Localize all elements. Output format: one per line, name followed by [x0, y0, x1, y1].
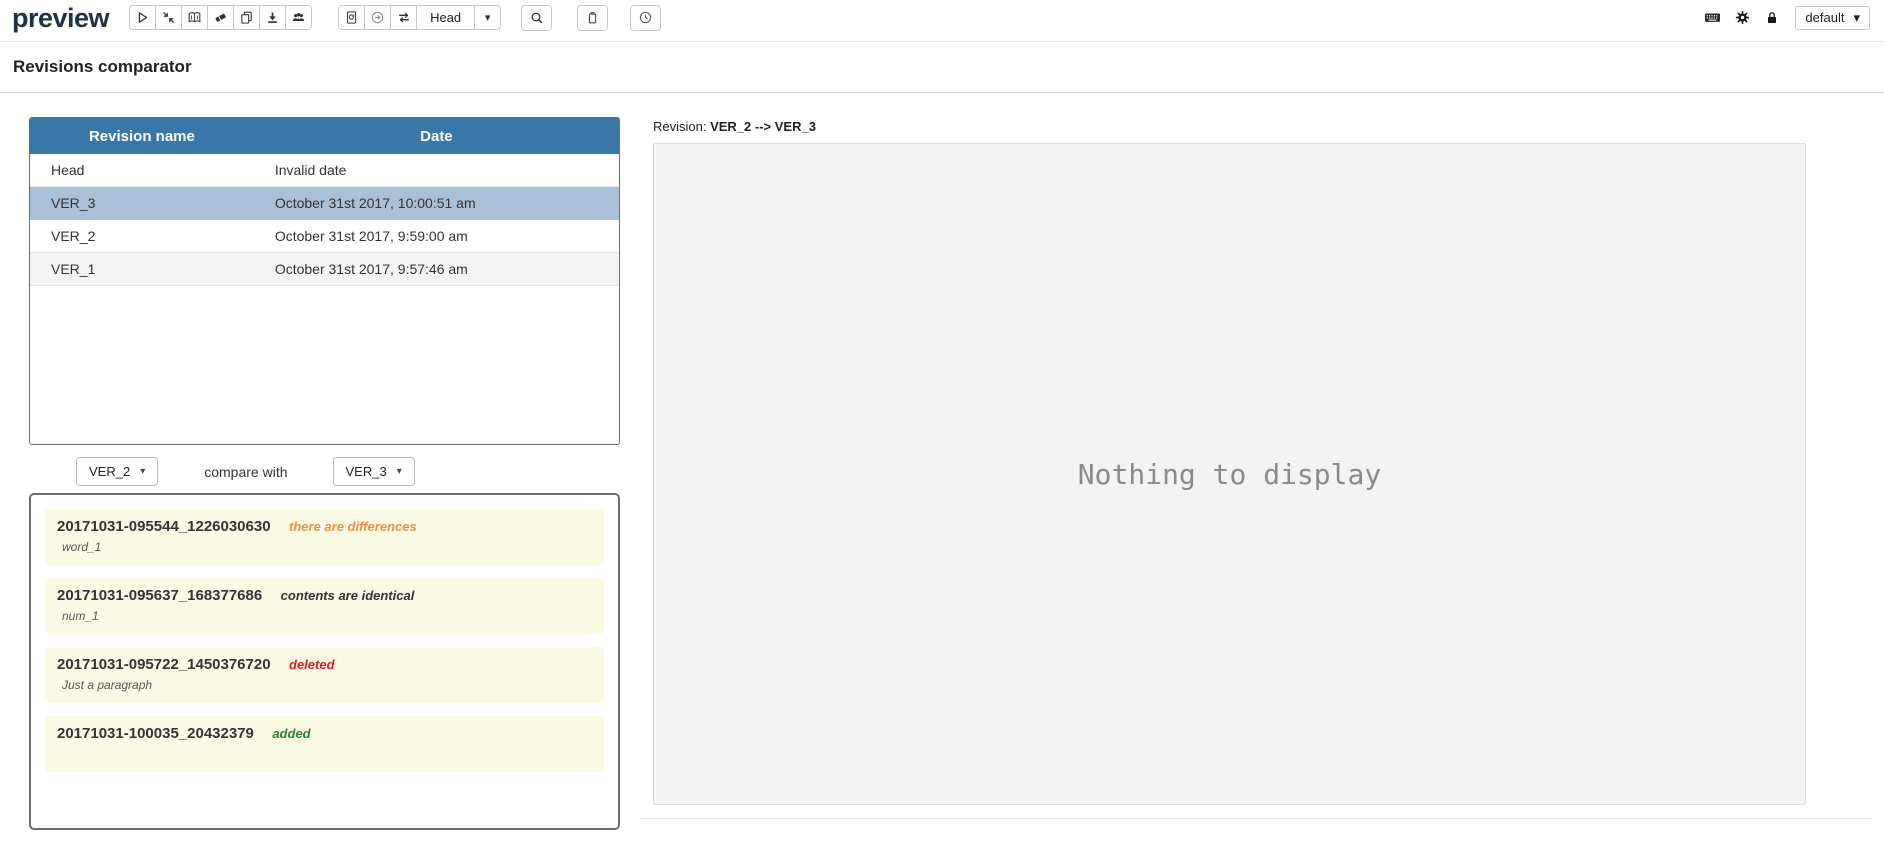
diff-item-status: contents are identical: [280, 588, 415, 603]
head-select[interactable]: Head: [416, 5, 476, 30]
diff-item-status: added: [272, 726, 311, 741]
users-button[interactable]: [285, 5, 313, 30]
download-button[interactable]: [259, 5, 287, 30]
revision-date-cell: October 31st 2017, 10:00:51 am: [253, 186, 619, 220]
compare-left-select[interactable]: VER_2 ▾: [76, 457, 159, 486]
diff-list-item[interactable]: 20171031-100035_20432379 added: [45, 716, 604, 772]
caret-down-icon: ▾: [484, 12, 491, 24]
play-button[interactable]: [129, 5, 157, 30]
copy-button[interactable]: [233, 5, 261, 30]
diff-item-id: 20171031-100035_20432379: [57, 725, 254, 742]
circle-arrow-button[interactable]: [364, 5, 392, 30]
revision-date-cell: October 31st 2017, 9:59:00 am: [253, 219, 619, 253]
app-logo: preview: [12, 2, 110, 33]
search-button[interactable]: [521, 4, 553, 31]
diff-list-panel: 20171031-095544_1226030630 there are dif…: [29, 493, 620, 830]
revision-caption-label: Revision:: [653, 119, 707, 134]
diff-item-id: 20171031-095722_1450376720: [57, 656, 271, 673]
revision-caption: Revision: VER_2 --> VER_3: [653, 119, 816, 134]
revision-name-cell: VER_2: [30, 219, 254, 253]
revision-caption-value: VER_2 --> VER_3: [710, 119, 816, 134]
caret-down-icon: ▾: [396, 466, 402, 477]
caret-down-icon: ▾: [140, 466, 146, 477]
compare-left-value: VER_2: [89, 464, 131, 479]
circle-arrow-icon: [371, 11, 384, 24]
table-row[interactable]: VER_1 October 31st 2017, 9:57:46 am: [30, 252, 619, 286]
trash-icon: [588, 12, 597, 24]
play-icon: [138, 12, 148, 23]
gear-icon: [1735, 10, 1750, 25]
column-header-date: Date: [253, 118, 619, 154]
compare-right-value: VER_3: [345, 464, 387, 479]
search-icon: [531, 12, 543, 23]
diff-item-subtitle: word_1: [62, 540, 102, 554]
toolbar-group-main: [129, 5, 313, 30]
diff-item-id: 20171031-095544_1226030630: [57, 518, 271, 535]
column-header-revision-name: Revision name: [30, 118, 254, 154]
profile-select[interactable]: default ▾: [1795, 5, 1870, 30]
keyboard-button[interactable]: [1701, 7, 1723, 29]
clock-button[interactable]: [630, 4, 662, 31]
table-header-row: Revision name Date: [30, 118, 619, 154]
download-icon: [268, 12, 277, 23]
revisions-table: Revision name Date Head Invalid date VER…: [30, 118, 619, 286]
swap-icon: [398, 12, 409, 23]
diff-item-id: 20171031-095637_168377686: [57, 587, 263, 604]
profile-select-value: default: [1805, 10, 1845, 25]
diff-item-subtitle: [57, 747, 592, 762]
diff-list-item[interactable]: 20171031-095722_1450376720 deleted Just …: [45, 647, 604, 703]
diff-list-item[interactable]: 20171031-095637_168377686 contents are i…: [45, 578, 604, 634]
clock-icon: [639, 11, 652, 24]
compare-row: VER_2 ▾ compare with VER_3 ▾: [29, 457, 620, 486]
revision-name-cell: VER_1: [30, 252, 254, 286]
users-icon: [292, 13, 305, 21]
eraser-button[interactable]: [207, 5, 235, 30]
empty-message: Nothing to display: [1077, 457, 1382, 491]
topbar: preview Head ▾ default ▾: [0, 0, 1884, 42]
compare-right-select[interactable]: VER_3 ▾: [332, 457, 415, 486]
head-select-caret-button[interactable]: ▾: [474, 5, 502, 30]
compare-with-label: compare with: [204, 463, 288, 480]
toolbar-group-revision: Head ▾: [338, 5, 502, 30]
diff-item-status: deleted: [289, 657, 335, 672]
eraser-icon: [215, 13, 226, 22]
compress-button[interactable]: [155, 5, 183, 30]
trash-button[interactable]: [577, 4, 609, 31]
copy-icon: [241, 11, 252, 24]
table-row[interactable]: Head Invalid date: [30, 154, 619, 187]
diff-item-subtitle: num_1: [62, 609, 99, 623]
head-select-value: Head: [430, 10, 462, 25]
table-row-selected[interactable]: VER_3 October 31st 2017, 10:00:51 am: [30, 186, 619, 220]
swap-button[interactable]: [390, 5, 418, 30]
revision-date-cell: October 31st 2017, 9:57:46 am: [253, 252, 619, 286]
compress-icon: [163, 12, 174, 23]
table-row[interactable]: VER_2 October 31st 2017, 9:59:00 am: [30, 219, 619, 253]
revisions-table-panel: Revision name Date Head Invalid date VER…: [29, 117, 620, 445]
diff-list-item[interactable]: 20171031-095544_1226030630 there are dif…: [45, 509, 604, 565]
diff-item-status: there are differences: [289, 519, 417, 534]
diff-item-subtitle: Just a paragraph: [62, 678, 153, 692]
divider: [0, 92, 1884, 93]
divider: [640, 818, 1872, 819]
settings-button[interactable]: [1731, 7, 1753, 29]
book-icon: [188, 12, 201, 23]
diff-preview-panel: Nothing to display: [653, 143, 1806, 805]
document-refresh-icon: [347, 11, 357, 24]
caret-down-icon: ▾: [1853, 9, 1860, 25]
lock-icon: [1768, 11, 1777, 23]
revision-name-cell: VER_3: [30, 186, 254, 220]
book-button[interactable]: [181, 5, 209, 30]
page-title: Revisions comparator: [13, 57, 192, 76]
document-refresh-button[interactable]: [338, 5, 366, 30]
keyboard-icon: [1704, 13, 1720, 22]
revision-name-cell: Head: [30, 154, 254, 187]
lock-button[interactable]: [1761, 7, 1783, 29]
revision-date-cell: Invalid date: [253, 154, 619, 187]
